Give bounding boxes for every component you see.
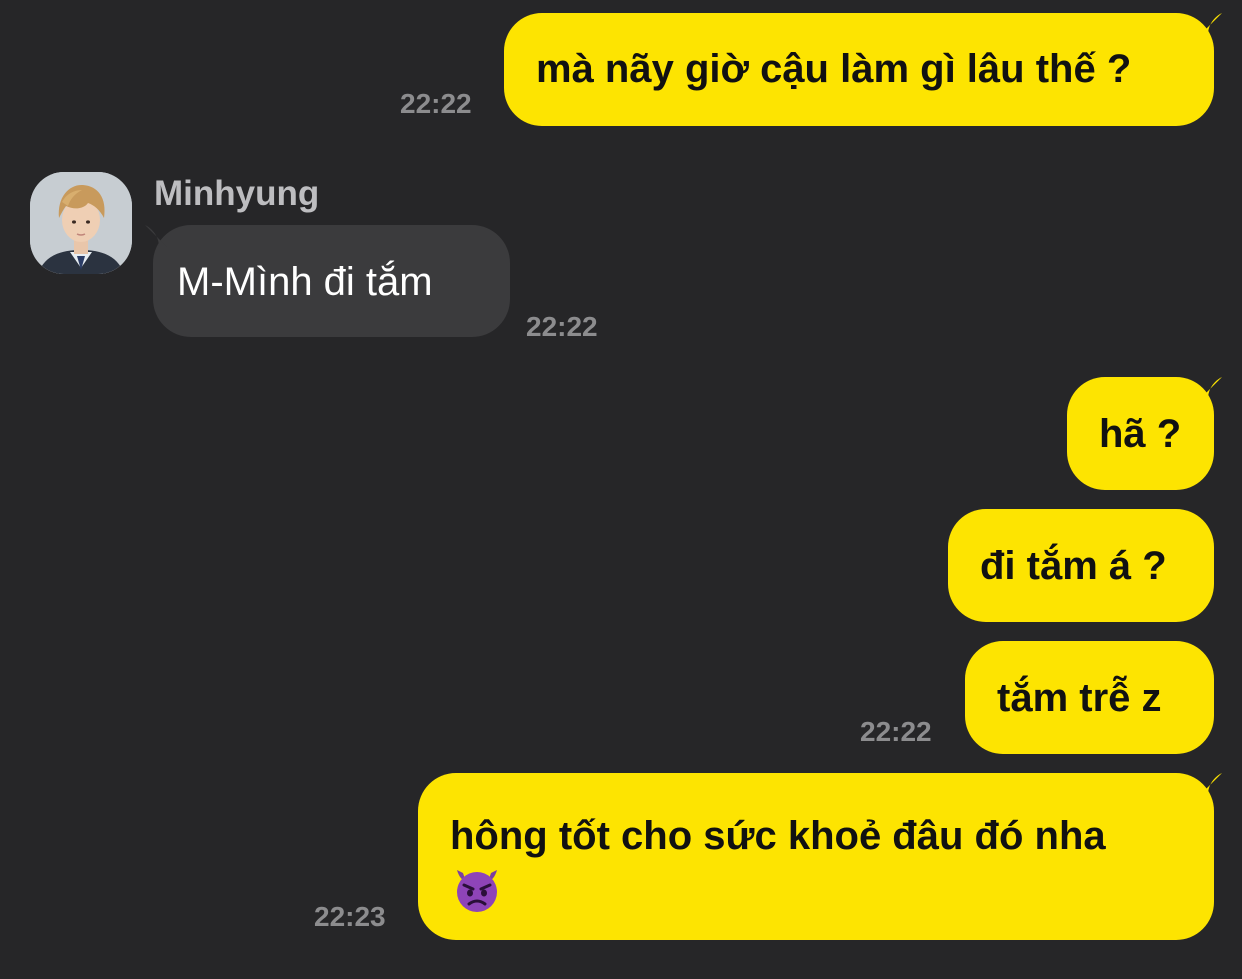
message-timestamp: 22:22: [526, 311, 598, 342]
message-text: hã ?: [1099, 412, 1182, 456]
message-text: M-Mình đi tắm: [177, 260, 433, 304]
message-text: hông tốt cho sức khoẻ đâu đó nha: [450, 814, 1106, 858]
bubble-tail: [1200, 13, 1222, 35]
message-timestamp: 22:22: [400, 88, 472, 119]
message-timestamp: 22:22: [860, 716, 932, 747]
message-bubble-outgoing[interactable]: đi tắm á ?: [948, 509, 1214, 622]
message-bubble-outgoing[interactable]: hã ?: [1067, 377, 1222, 490]
contact-avatar[interactable]: [30, 172, 132, 274]
angry-devil-emoji: [457, 870, 497, 912]
message-timestamp: 22:23: [314, 901, 386, 932]
message-text: tắm trễ z: [997, 676, 1162, 720]
message-bubble-outgoing[interactable]: tắm trễ z: [965, 641, 1214, 754]
avatar-image: [30, 172, 132, 274]
sender-name: Minhyung: [154, 174, 320, 213]
message-bubble-outgoing[interactable]: mà nãy giờ cậu làm gì lâu thế ?: [504, 13, 1222, 126]
bubble-tail: [1200, 773, 1222, 795]
message-text: mà nãy giờ cậu làm gì lâu thế ?: [536, 47, 1132, 91]
chat-view: mà nãy giờ cậu làm gì lâu thế ? 22:22 Mi…: [0, 0, 1242, 979]
message-bubble-incoming[interactable]: M-Mình đi tắm: [145, 225, 510, 337]
bubble-tail: [145, 225, 167, 247]
message-text: đi tắm á ?: [980, 544, 1167, 588]
bubble-tail: [1200, 377, 1222, 399]
message-bubble-outgoing[interactable]: hông tốt cho sức khoẻ đâu đó nha: [418, 773, 1222, 940]
